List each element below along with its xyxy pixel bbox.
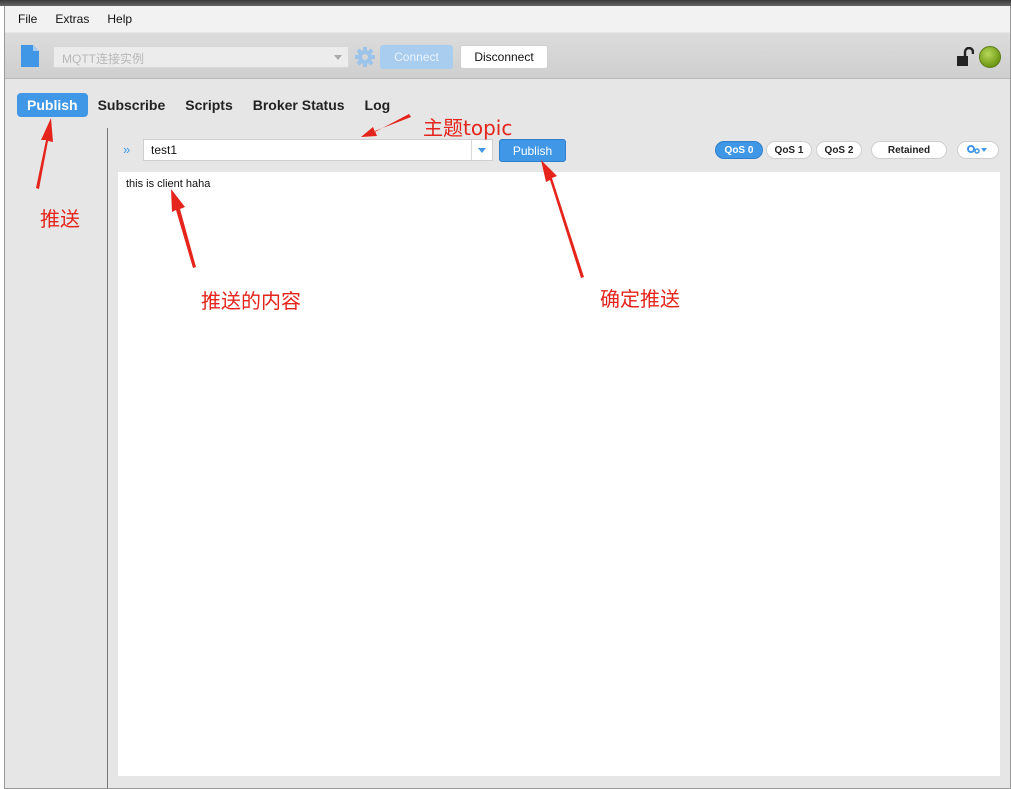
options-icon [967,145,987,154]
gear-icon[interactable] [354,46,376,68]
menu-file[interactable]: File [18,12,37,26]
annotation-payload: 推送的内容 [201,289,301,313]
expand-icon[interactable]: » [123,142,130,157]
menu-bar: File Extras Help [5,6,1010,32]
publish-button[interactable]: Publish [499,139,566,162]
payload-editor[interactable]: this is client haha [118,172,1000,776]
file-icon[interactable] [20,44,40,68]
annotation-confirm: 确定推送 [600,287,680,311]
payload-text: this is client haha [126,178,211,190]
connection-toolbar: MQTT连接实例 Connect Disconnect [5,33,1010,79]
annotation-topic: 主题topic [423,116,513,140]
chevron-down-icon [334,55,342,60]
tab-subscribe[interactable]: Subscribe [88,93,176,117]
main-tabs: Publish Subscribe Scripts Broker Status … [17,92,400,118]
qos1-toggle[interactable]: QoS 1 [766,141,812,159]
qos0-toggle[interactable]: QoS 0 [715,141,763,159]
topic-input[interactable]: test1 [143,139,493,161]
menu-extras[interactable]: Extras [55,12,89,26]
lock-icon [957,47,974,66]
qos2-toggle[interactable]: QoS 2 [816,141,862,159]
panel-divider [107,128,108,788]
connection-profile-value: MQTT连接实例 [62,52,144,66]
tab-log[interactable]: Log [355,93,401,117]
retained-toggle[interactable]: Retained [871,141,947,159]
annotation-publish-tab: 推送 [40,207,80,231]
topic-history-dropdown[interactable] [471,140,491,160]
tab-broker-status[interactable]: Broker Status [243,93,355,117]
tab-publish[interactable]: Publish [17,93,88,117]
publish-options-button[interactable] [957,141,999,159]
menu-help[interactable]: Help [107,12,132,26]
publish-bar: » test1 Publish QoS 0 QoS 1 QoS 2 Retain… [119,138,1001,162]
connect-button[interactable]: Connect [380,45,453,69]
tab-scripts[interactable]: Scripts [175,93,242,117]
connection-profile-select[interactable]: MQTT连接实例 [53,46,349,68]
disconnect-button[interactable]: Disconnect [460,45,548,69]
connection-status-indicator [979,46,1001,68]
topic-value: test1 [151,143,178,157]
